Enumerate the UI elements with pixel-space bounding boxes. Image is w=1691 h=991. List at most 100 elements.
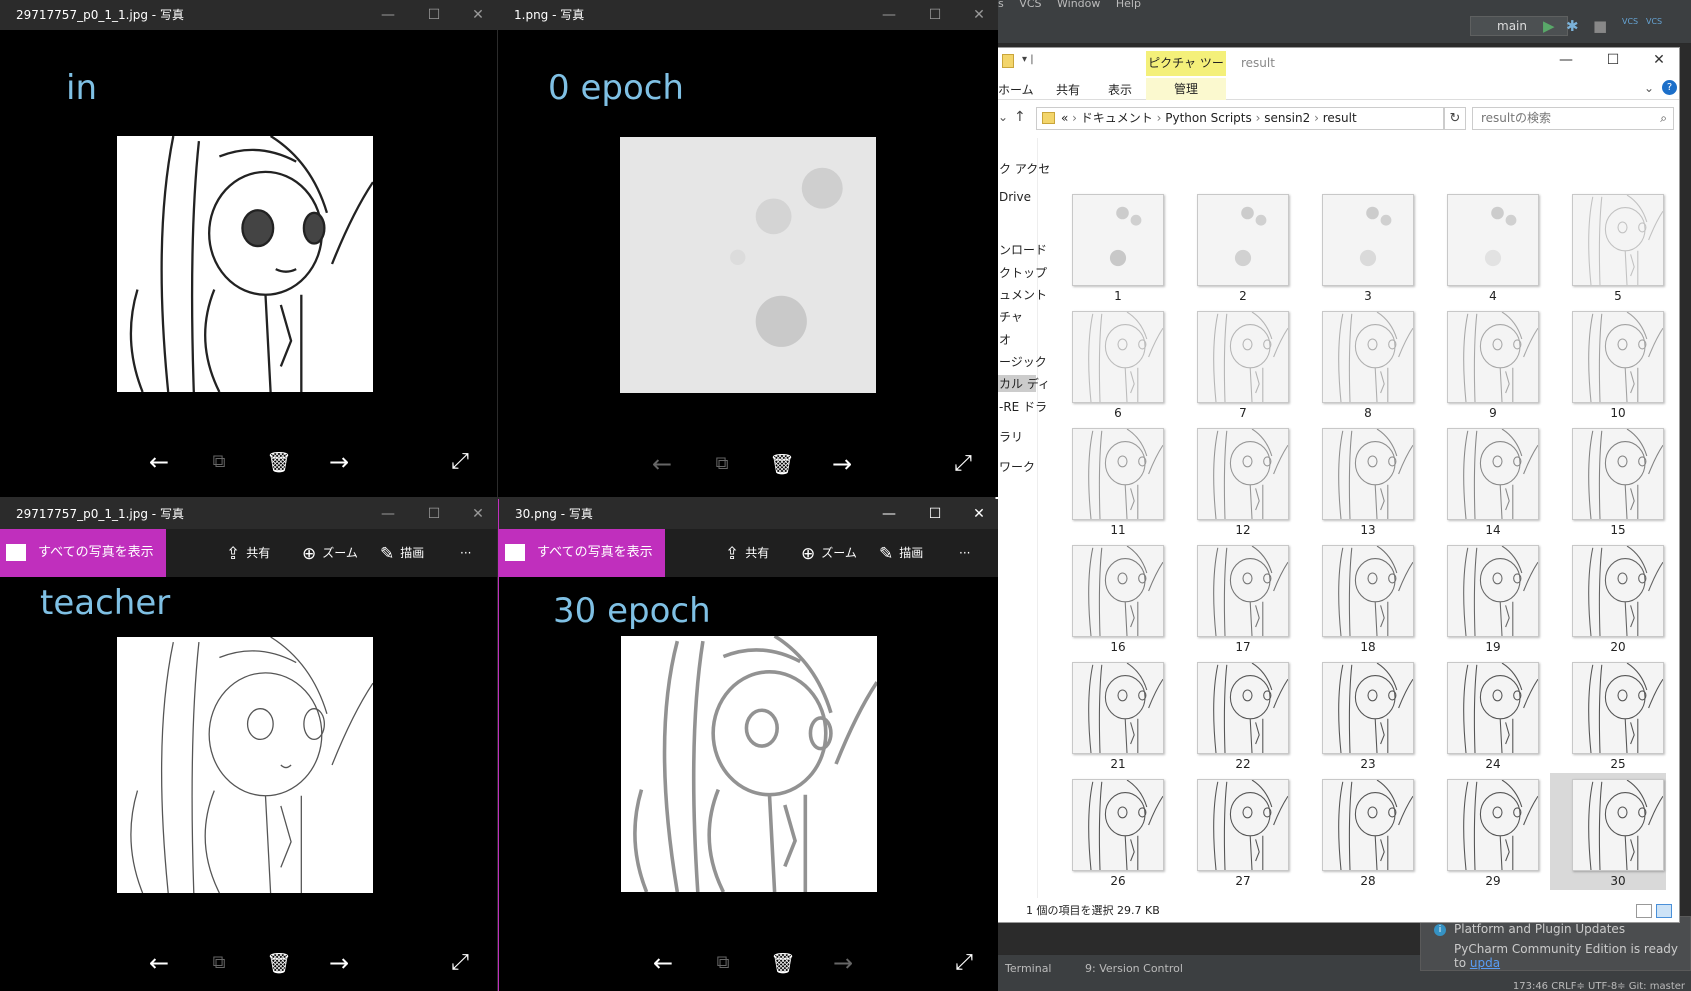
file-thumbnail[interactable]: 9 — [1425, 305, 1541, 422]
slideshow-icon[interactable]: ⧉ — [204, 448, 234, 476]
file-thumbnail[interactable]: 21 — [1050, 656, 1166, 773]
version-control-tab[interactable]: 9: Version Control — [1085, 962, 1183, 975]
ribbon-tab-view[interactable]: 表示 — [1108, 81, 1132, 98]
maximize-button[interactable]: ☐ — [419, 0, 449, 30]
close-button[interactable]: ✕ — [1649, 52, 1669, 68]
file-thumbnail[interactable]: 22 — [1175, 656, 1291, 773]
arrow-right-icon[interactable]: → — [827, 450, 857, 478]
file-thumbnail[interactable]: 26 — [1050, 773, 1166, 890]
file-thumbnail[interactable]: 12 — [1175, 422, 1291, 539]
nav-item[interactable]: ワーク — [999, 458, 1035, 475]
ribbon-tab-share[interactable]: 共有 — [1056, 81, 1080, 98]
file-thumbnail[interactable]: 7 — [1175, 305, 1291, 422]
large-icons-view-icon[interactable] — [1656, 904, 1672, 918]
arrow-left-icon[interactable]: ← — [647, 450, 677, 478]
show-all-photos-button[interactable]: すべての写真を表示 — [499, 529, 665, 577]
close-button[interactable]: ✕ — [463, 0, 493, 30]
more-button[interactable]: ··· — [959, 529, 970, 577]
more-button[interactable]: ··· — [460, 529, 471, 577]
maximize-button[interactable]: ☐ — [1603, 52, 1623, 68]
arrow-left-icon[interactable]: ← — [144, 448, 174, 476]
details-view-icon[interactable] — [1636, 904, 1652, 918]
file-thumbnail[interactable]: 19 — [1425, 539, 1541, 656]
file-thumbnail[interactable]: 1 — [1050, 188, 1166, 305]
expand-icon[interactable]: ⤢ — [948, 450, 978, 478]
slideshow-icon[interactable]: ⧉ — [707, 450, 737, 478]
breadcrumb-overflow[interactable]: « — [1061, 111, 1068, 125]
file-thumbnail[interactable]: 8 — [1300, 305, 1416, 422]
file-thumbnail[interactable]: 30 — [1550, 773, 1666, 890]
trash-icon[interactable]: 🗑 — [768, 949, 798, 977]
file-thumbnail[interactable]: 20 — [1550, 539, 1666, 656]
file-thumbnail[interactable]: 14 — [1425, 422, 1541, 539]
help-icon[interactable]: ? — [1662, 80, 1677, 95]
run-icon[interactable]: ▶ — [1543, 18, 1557, 34]
file-thumbnail[interactable]: 6 — [1050, 305, 1166, 422]
menu-item[interactable]: Help — [1116, 0, 1141, 10]
vcs-commit-icon[interactable]: VCS — [1646, 14, 1664, 30]
expand-icon[interactable]: ⤢ — [445, 448, 475, 476]
nav-item-selected[interactable]: カル ディ — [996, 375, 1050, 392]
arrow-right-icon[interactable]: → — [324, 448, 354, 476]
nav-item[interactable]: Drive — [999, 190, 1031, 204]
slideshow-icon[interactable]: ⧉ — [204, 949, 234, 977]
ribbon-expand-icon[interactable]: ⌄ — [1644, 81, 1654, 95]
close-button[interactable]: ✕ — [964, 0, 994, 30]
file-thumbnail[interactable]: 4 — [1425, 188, 1541, 305]
ribbon-tab-manage[interactable]: 管理 — [1146, 78, 1226, 100]
file-thumbnail[interactable]: 27 — [1175, 773, 1291, 890]
share-button[interactable]: ⇪ 共有 — [725, 529, 769, 577]
show-all-photos-button[interactable]: すべての写真を表示 — [0, 529, 166, 577]
share-button[interactable]: ⇪ 共有 — [226, 529, 270, 577]
maximize-button[interactable]: ☐ — [920, 499, 950, 529]
arrow-right-icon[interactable]: → — [828, 949, 858, 977]
arrow-left-icon[interactable]: ← — [648, 949, 678, 977]
file-thumbnail[interactable]: 13 — [1300, 422, 1416, 539]
minimize-button[interactable]: — — [373, 0, 403, 30]
draw-button[interactable]: ✎ 描画 — [380, 529, 424, 577]
nav-item[interactable]: チャ — [999, 308, 1023, 325]
file-thumbnail[interactable]: 18 — [1300, 539, 1416, 656]
file-thumbnail[interactable]: 17 — [1175, 539, 1291, 656]
maximize-button[interactable]: ☐ — [419, 499, 449, 529]
arrow-left-icon[interactable]: ← — [144, 949, 174, 977]
update-link[interactable]: upda — [1470, 956, 1500, 970]
file-thumbnail[interactable]: 16 — [1050, 539, 1166, 656]
address-bar[interactable]: « › ドキュメント › Python Scripts › sensin2 › … — [1036, 107, 1444, 130]
file-thumbnail[interactable]: 23 — [1300, 656, 1416, 773]
stop-icon[interactable]: ■ — [1593, 18, 1607, 34]
nav-item[interactable]: ラリ — [999, 428, 1023, 445]
breadcrumb-item[interactable]: ドキュメント — [1081, 111, 1153, 125]
file-thumbnail[interactable]: 28 — [1300, 773, 1416, 890]
breadcrumb-item[interactable]: Python Scripts — [1165, 111, 1251, 125]
ribbon-tab-home[interactable]: ホーム — [998, 81, 1034, 98]
file-thumbnail[interactable]: 5 — [1550, 188, 1666, 305]
breadcrumb-item[interactable]: sensin2 — [1264, 111, 1310, 125]
arrow-right-icon[interactable]: → — [324, 949, 354, 977]
trash-icon[interactable]: 🗑 — [767, 450, 797, 478]
close-button[interactable]: ✕ — [964, 499, 994, 529]
trash-icon[interactable]: 🗑 — [264, 949, 294, 977]
file-thumbnail[interactable]: 2 — [1175, 188, 1291, 305]
update-notification[interactable]: i Platform and Plugin Updates PyCharm Co… — [1420, 916, 1691, 971]
picture-tools-tab[interactable]: ピクチャ ツール — [1146, 51, 1226, 95]
search-input[interactable]: resultの検索 ⌕ — [1472, 107, 1674, 130]
quick-access-dropdown-icon[interactable]: ▾ | — [1022, 54, 1034, 65]
slideshow-icon[interactable]: ⧉ — [708, 949, 738, 977]
recent-dropdown-icon[interactable]: ⌄ — [998, 110, 1008, 124]
terminal-tab[interactable]: Terminal — [1005, 962, 1052, 975]
menu-item[interactable]: Window — [1057, 0, 1100, 10]
nav-item[interactable]: オ — [999, 331, 1011, 348]
file-thumbnail[interactable]: 15 — [1550, 422, 1666, 539]
file-thumbnail[interactable]: 24 — [1425, 656, 1541, 773]
up-arrow-icon[interactable]: ↑ — [1014, 109, 1026, 125]
draw-button[interactable]: ✎ 描画 — [879, 529, 923, 577]
file-thumbnail[interactable]: 25 — [1550, 656, 1666, 773]
zoom-button[interactable]: ⊕ ズーム — [302, 529, 358, 577]
menu-item[interactable]: VCS — [1019, 0, 1041, 10]
file-thumbnail[interactable]: 10 — [1550, 305, 1666, 422]
zoom-button[interactable]: ⊕ ズーム — [801, 529, 857, 577]
maximize-button[interactable]: ☐ — [920, 0, 950, 30]
file-thumbnail[interactable]: 11 — [1050, 422, 1166, 539]
minimize-button[interactable]: — — [874, 499, 904, 529]
